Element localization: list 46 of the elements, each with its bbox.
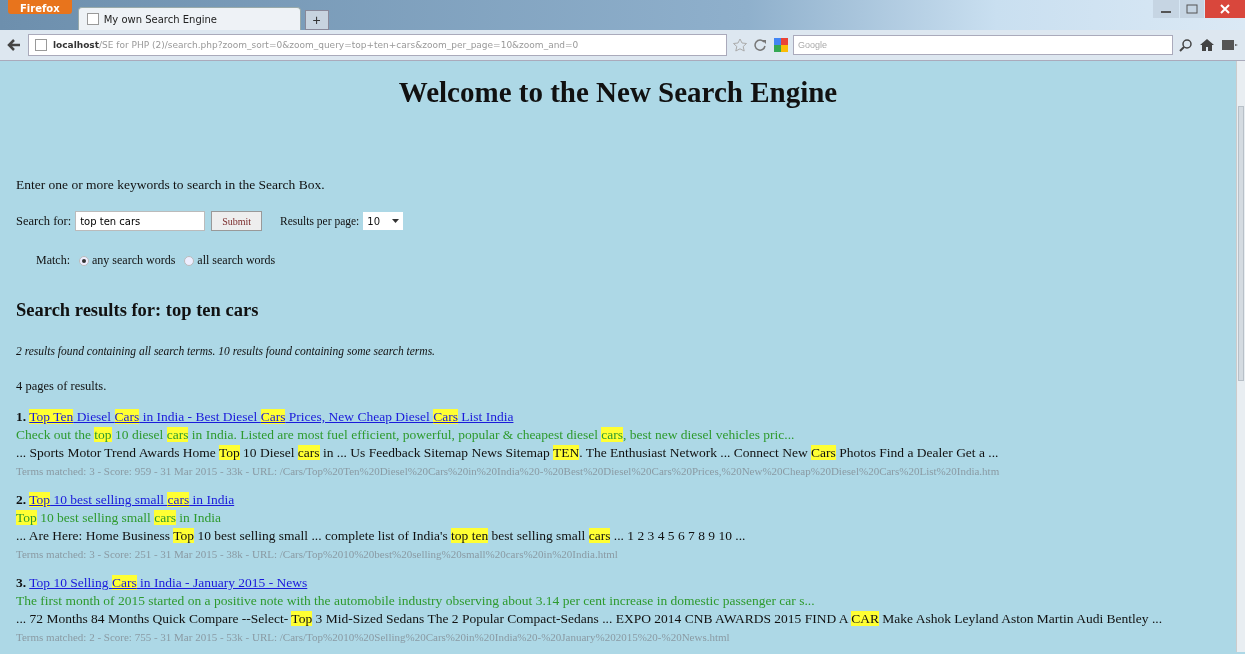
result-number: 2. bbox=[16, 492, 27, 507]
result-context: ... 72 Months 84 Months Quick Compare --Select- Top 3 Mid-Sized Sedans The 2 Popular Compact-Sedans ... EXPO 2014 CNB AWARDS 2015 FIND A CAR Make Ashok Leyland Aston Martin Audi Bentley ... bbox=[16, 610, 1164, 628]
result-link[interactable]: Top 10 best selling small cars in India bbox=[29, 492, 235, 507]
new-tab-button[interactable]: + bbox=[304, 10, 329, 30]
page-heading: Welcome to the New Search Engine bbox=[397, 76, 839, 109]
addon-icon[interactable] bbox=[1221, 38, 1239, 52]
close-button[interactable] bbox=[1205, 0, 1245, 18]
result-link[interactable]: Top 10 Selling Cars in India - January 2015 - News bbox=[29, 575, 308, 590]
result-info: Terms matched: 2 - Score: 755 - 31 Mar 2015 - 53k - URL: /Cars/Top%2010%20Selling%20Cars%20in%20India%20-%20January%202015%20-%20News.html bbox=[16, 630, 731, 645]
home-icon[interactable] bbox=[1199, 38, 1215, 52]
dropdown-arrow-icon bbox=[392, 219, 400, 223]
result-context: ... Sports Motor Trend Awards Home Top 10 Diesel cars in ... Us Feedback Sitemap News Sitemap TEN. The Enthusiast Network ... Connect New Cars Photos Find a Dealer Get a ... bbox=[16, 444, 1000, 462]
submit-button[interactable]: Submit bbox=[211, 211, 263, 231]
search-engine-icon bbox=[773, 37, 789, 53]
scrollbar[interactable] bbox=[1236, 61, 1245, 652]
result-number: 1. bbox=[16, 409, 27, 424]
result-context: ... Are Here: Home Business Top 10 best selling small ... complete list of India's top ten best selling small cars ... 1 2 3 4 5 6 7 8 9 10 ... bbox=[16, 527, 747, 545]
search-label: Search for: bbox=[16, 213, 72, 229]
query-input[interactable]: top ten cars bbox=[75, 211, 206, 231]
search-field[interactable]: Google bbox=[793, 35, 1173, 55]
results-per-page-dropdown[interactable]: 10 bbox=[363, 212, 404, 230]
result-info: Terms matched: 3 - Score: 251 - 31 Mar 2015 - 38k - URL: /Cars/Top%2010%20best%20selling%20small%20cars%20in%20India.html bbox=[16, 547, 619, 562]
radio-label[interactable]: any search words bbox=[92, 253, 176, 268]
result-info: Terms matched: 3 - Score: 959 - 31 Mar 2015 - 33k - URL: /Cars/Top%20Ten%20Diesel%20Cars%20in%20India%20-%20Best%20Diesel%20Cars%20Prices,%20New%20Cheap%20Diesel%20Cars%20List%20India.htm bbox=[16, 464, 1001, 479]
page-count: 4 pages of results. bbox=[16, 379, 108, 394]
result-description: Top 10 best selling small cars in India bbox=[16, 509, 222, 527]
result-link[interactable]: Top Ten Diesel Cars in India - Best Diesel Cars Prices, New Cheap Diesel Cars List India bbox=[29, 409, 514, 424]
browser-tab[interactable]: My own Search Engine bbox=[77, 7, 301, 30]
back-icon[interactable] bbox=[6, 37, 22, 53]
match-label: Match: bbox=[36, 253, 70, 268]
reload-icon[interactable] bbox=[753, 38, 767, 52]
result-description: The first month of 2015 started on a positive note with the automobile industry observing about 3.14 per cent increase in domestic passenger car s... bbox=[16, 592, 816, 610]
results-heading: Search results for: top ten cars bbox=[16, 300, 260, 321]
search-icon[interactable] bbox=[1179, 38, 1193, 52]
star-icon[interactable] bbox=[733, 38, 747, 52]
result-number: 3. bbox=[16, 575, 27, 590]
radio-button[interactable] bbox=[79, 255, 89, 266]
page-icon bbox=[35, 39, 47, 51]
results-per-page-label: Results per page: bbox=[280, 215, 360, 227]
address-bar[interactable]: localhost/SE for PHP (2)/search.php?zoom_sort=0&zoom_query=top+ten+cars&zoom_per_page=10&zoom_and=0 bbox=[28, 34, 727, 56]
page-icon bbox=[86, 13, 99, 25]
radio-button[interactable] bbox=[184, 255, 195, 266]
results-summary: 2 results found containing all search terms. 10 results found containing some search terms. bbox=[16, 345, 436, 357]
radio-label[interactable]: all search words bbox=[197, 253, 276, 268]
minimize-button[interactable] bbox=[1153, 0, 1179, 18]
instructions-text: Enter one or more keywords to search in the Search Box. bbox=[16, 177, 326, 193]
